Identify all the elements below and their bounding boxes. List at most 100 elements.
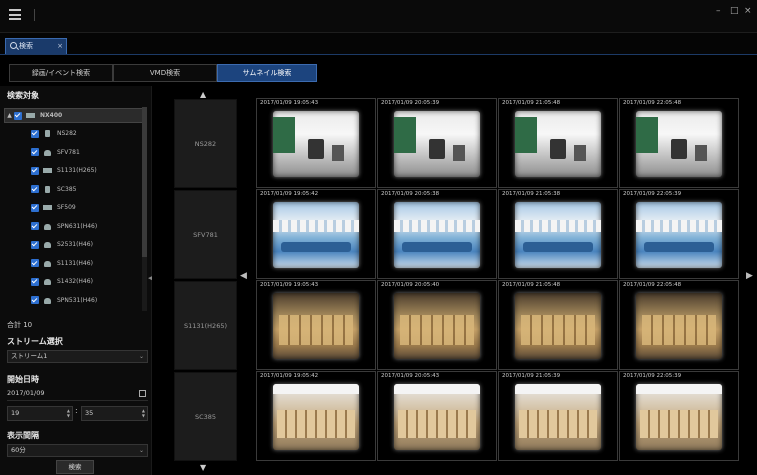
tree-item-camera[interactable]: NS282: [4, 126, 147, 141]
interval-title: 表示間隔: [7, 431, 39, 440]
thumbnail-timestamp: 2017/01/09 21:05:48: [502, 100, 561, 106]
tree-item-camera[interactable]: SC385: [4, 182, 147, 197]
thumbnail-image[interactable]: [394, 111, 480, 177]
checkbox[interactable]: [31, 240, 39, 249]
tree-item-label: SPN631(H46): [57, 222, 98, 230]
thumbnail-image[interactable]: [515, 293, 601, 359]
thumbnail-cell[interactable]: 2017/01/09 21:05:38: [498, 189, 618, 279]
mode-recording-event-search[interactable]: 録画/イベント検索: [9, 64, 113, 82]
tree-item-camera[interactable]: SPN531(H46): [4, 293, 147, 308]
tree-item-camera[interactable]: SF509: [4, 200, 147, 215]
tree-root-recorder[interactable]: ▲ NX400: [4, 108, 147, 123]
checkbox[interactable]: [31, 277, 39, 286]
tree-scrollbar[interactable]: [142, 107, 147, 311]
thumbnail-image[interactable]: [515, 111, 601, 177]
thumbnail-cell[interactable]: 2017/01/09 19:05:43: [256, 280, 376, 370]
stream-select[interactable]: ストリーム1 ⌄: [7, 350, 148, 363]
thumbnail-cell[interactable]: 2017/01/09 22:05:48: [619, 98, 739, 188]
search-button[interactable]: 検索: [56, 460, 94, 474]
tree-scroll-thumb[interactable]: [142, 107, 147, 257]
expand-icon[interactable]: ▲: [5, 112, 14, 119]
tree-item-label: SF509: [57, 204, 76, 211]
checkbox[interactable]: [31, 296, 39, 304]
stepper-arrows-icon[interactable]: ▲ ▼: [67, 408, 70, 418]
search-mode-bar: 録画/イベント検索 VMD検索 サムネイル検索: [0, 56, 757, 86]
checkbox[interactable]: [31, 185, 39, 193]
maximize-button[interactable]: □: [730, 6, 739, 16]
thumbnail-cell[interactable]: 2017/01/09 19:05:43: [256, 98, 376, 188]
checkbox[interactable]: [31, 148, 39, 156]
scroll-down-arrow[interactable]: ▼: [200, 463, 206, 472]
hour-value: 19: [11, 409, 20, 417]
tree-item-camera[interactable]: S2531(H46): [4, 237, 147, 252]
tree-item-camera[interactable]: S1131(H265): [4, 163, 147, 178]
thumbnail-timestamp: 2017/01/09 20:05:39: [381, 100, 440, 106]
tree-item-label: S1131(H265): [57, 167, 97, 174]
chevron-down-icon: ⌄: [138, 353, 144, 360]
box-icon: [43, 167, 52, 174]
thumbnail-cell[interactable]: 2017/01/09 19:05:42: [256, 371, 376, 461]
menu-icon[interactable]: [9, 9, 21, 20]
tree-item-camera[interactable]: S1131(H46): [4, 256, 147, 271]
thumbnail-cell[interactable]: 2017/01/09 22:05:48: [619, 280, 739, 370]
checkbox[interactable]: [31, 222, 39, 230]
thumbnail-image[interactable]: [273, 111, 359, 177]
thumbnail-image[interactable]: [394, 384, 480, 450]
thumbnail-cell[interactable]: 2017/01/09 22:05:39: [619, 189, 739, 279]
camera-row-label: SC385: [174, 372, 237, 461]
checkbox[interactable]: [31, 166, 39, 175]
checkbox[interactable]: [14, 111, 22, 120]
start-date-field[interactable]: 2017/01/09: [7, 389, 148, 401]
thumbnail-image[interactable]: [636, 293, 722, 359]
thumbnail-image[interactable]: [515, 384, 601, 450]
thumbnail-timestamp: 2017/01/09 19:05:42: [260, 191, 319, 197]
thumbnail-image[interactable]: [273, 384, 359, 450]
minimize-button[interactable]: –: [716, 6, 721, 16]
thumbnail-image[interactable]: [394, 293, 480, 359]
thumbnail-cell[interactable]: 2017/01/09 20:05:40: [377, 280, 497, 370]
camera-row-label: NS282: [174, 99, 237, 188]
thumbnail-area: ▲ ▼ ◀ ▶ NS282 2017/01/09 19:05:43 2017/01/…: [152, 86, 757, 475]
tree-item-camera[interactable]: SFV781: [4, 145, 147, 160]
recorder-icon: [26, 112, 35, 119]
close-button[interactable]: ×: [744, 6, 752, 16]
thumbnail-cell[interactable]: 2017/01/09 20:05:43: [377, 371, 497, 461]
thumbnail-image[interactable]: [515, 202, 601, 268]
thumbnail-image[interactable]: [394, 202, 480, 268]
interval-select[interactable]: 60分 ⌄: [7, 444, 148, 457]
tab-search[interactable]: 検索 ×: [5, 38, 67, 54]
thumbnail-image[interactable]: [636, 202, 722, 268]
calendar-icon[interactable]: [139, 390, 146, 397]
checkbox[interactable]: [31, 259, 39, 267]
thumbnail-image[interactable]: [636, 111, 722, 177]
tree-item-label: S1131(H46): [57, 259, 93, 267]
thumbnail-cell[interactable]: 2017/01/09 20:05:38: [377, 189, 497, 279]
tree-item-camera[interactable]: S1432(H46): [4, 274, 147, 289]
checkbox[interactable]: [31, 203, 39, 212]
minute-stepper[interactable]: 35 ▲ ▼: [81, 406, 148, 421]
thumbnail-cell[interactable]: 2017/01/09 20:05:39: [377, 98, 497, 188]
thumbnail-image[interactable]: [273, 293, 359, 359]
dome-icon: [43, 260, 52, 267]
search-target-title: 検索対象: [7, 91, 39, 100]
time-colon: :: [75, 406, 78, 415]
thumbnail-image[interactable]: [636, 384, 722, 450]
scroll-up-arrow[interactable]: ▲: [200, 90, 206, 99]
search-icon: [10, 42, 17, 49]
tree-item-camera[interactable]: SPN631(H46): [4, 219, 147, 234]
mode-thumbnail-search[interactable]: サムネイル検索: [217, 64, 317, 82]
mode-vmd-search[interactable]: VMD検索: [113, 64, 217, 82]
tab-close-icon[interactable]: ×: [57, 39, 63, 54]
thumbnail-cell[interactable]: 2017/01/09 22:05:39: [619, 371, 739, 461]
stepper-arrows-icon[interactable]: ▲ ▼: [142, 408, 145, 418]
thumbnail-cell[interactable]: 2017/01/09 19:05:42: [256, 189, 376, 279]
thumbnail-image[interactable]: [273, 202, 359, 268]
thumbnail-cell[interactable]: 2017/01/09 21:05:48: [498, 98, 618, 188]
next-page-arrow[interactable]: ▶: [746, 271, 753, 281]
tree-item-label: S1432(H46): [57, 278, 93, 285]
thumbnail-cell[interactable]: 2017/01/09 21:05:48: [498, 280, 618, 370]
thumbnail-cell[interactable]: 2017/01/09 21:05:39: [498, 371, 618, 461]
previous-page-arrow[interactable]: ◀: [240, 271, 247, 281]
hour-stepper[interactable]: 19 ▲ ▼: [7, 406, 73, 421]
checkbox[interactable]: [31, 129, 39, 138]
